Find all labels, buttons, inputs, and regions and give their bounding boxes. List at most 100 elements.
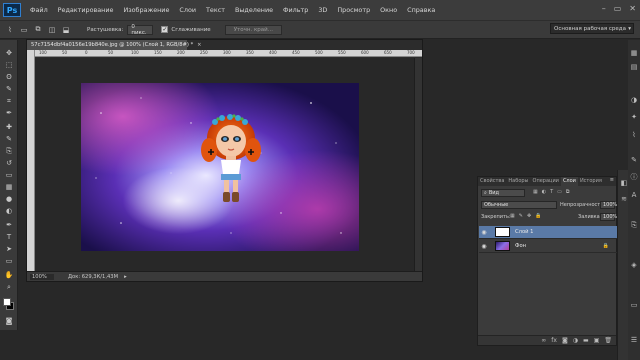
character-panel-icon[interactable]: A (629, 190, 639, 200)
folder-icon[interactable]: ▬ (583, 337, 589, 344)
mask-icon[interactable]: ◙ (562, 337, 568, 344)
menu-edit[interactable]: Редактирование (53, 6, 119, 14)
lock-icons: ▦ ✎ ✥ 🔒 (510, 213, 541, 219)
menu-filter[interactable]: Фильтр (278, 6, 313, 14)
clone-source-icon[interactable]: ⎘ (629, 220, 639, 230)
close-icon[interactable]: ✕ (629, 4, 636, 13)
tab-sets[interactable]: Наборы (506, 177, 530, 186)
eyedropper-icon[interactable]: ✒ (3, 108, 15, 118)
ruler-tick-label: 500 (315, 50, 323, 55)
lock-all-icon[interactable]: 🔒 (535, 213, 541, 219)
zoom-level[interactable]: 100% (30, 273, 54, 280)
tab-history[interactable]: История (578, 177, 604, 186)
adjustments-panel-icon[interactable]: ◑ (629, 95, 639, 105)
link-icon[interactable]: ∞ (541, 337, 546, 344)
workspace-select[interactable]: Основная рабочая среда ▾ (550, 23, 634, 34)
menu-layers[interactable]: Слои (174, 6, 201, 14)
smart-filter-icon[interactable]: ⧉ (566, 189, 570, 197)
type-filter-icon[interactable]: T (550, 189, 553, 197)
minimize-icon[interactable]: – (602, 4, 606, 13)
eye-icon[interactable]: ◉ (479, 229, 489, 236)
fx-icon[interactable]: fx (551, 337, 557, 344)
adjustment-filter-icon[interactable]: ◐ (542, 189, 546, 197)
subtract-selection-icon[interactable]: ◫ (45, 24, 59, 36)
lasso-icon[interactable]: ʘ (3, 72, 15, 82)
maximize-icon[interactable]: ▭ (614, 4, 622, 13)
adjustment-icon[interactable]: ◑ (573, 337, 578, 344)
menu-help[interactable]: Справка (402, 6, 440, 14)
vertical-scrollbar[interactable] (414, 58, 422, 271)
pen-icon[interactable]: ✒ (3, 220, 15, 230)
styles-panel-icon[interactable]: ✦ (629, 112, 639, 122)
status-menu-icon[interactable]: ▸ (124, 274, 127, 280)
tool-preset-icon[interactable]: ⌇ (3, 24, 17, 36)
crop-icon[interactable]: ⌗ (3, 96, 15, 106)
paths-panel-icon[interactable]: ⌇ (629, 130, 639, 140)
eraser-icon[interactable]: ▭ (3, 170, 15, 180)
path-select-icon[interactable]: ➤ (3, 244, 15, 254)
brush-icon[interactable]: ✎ (3, 134, 15, 144)
notes-panel-icon[interactable]: ☰ (629, 335, 639, 345)
fill-input[interactable]: 100% (600, 213, 617, 221)
stamp-icon[interactable]: ⎘ (3, 146, 15, 156)
menu-file[interactable]: Файл (25, 6, 53, 14)
timeline-panel-icon[interactable]: ▭ (629, 300, 639, 310)
canvas-area[interactable] (35, 58, 414, 271)
menu-view[interactable]: Просмотр (332, 6, 375, 14)
canvas-image[interactable] (35, 58, 414, 271)
quick-select-icon[interactable]: ✎ (3, 84, 15, 94)
dodge-icon[interactable]: ◐ (3, 206, 15, 216)
type-icon[interactable]: T (3, 232, 15, 242)
tab-properties[interactable]: Свойства (478, 177, 506, 186)
foreground-color-swatch[interactable] (3, 298, 11, 306)
tab-actions[interactable]: Операции (531, 177, 561, 186)
3d-panel-icon[interactable]: ◈ (629, 260, 639, 270)
layer-row-background[interactable]: ◉ Фон 🔒 (479, 240, 617, 253)
move-icon[interactable]: ✥ (3, 48, 15, 58)
blur-icon[interactable]: ● (3, 194, 15, 204)
layer-comps-icon[interactable]: ◧ (619, 178, 629, 188)
zoom-icon[interactable]: ⌕ (3, 282, 15, 292)
menu-type[interactable]: Текст (201, 6, 230, 14)
hand-icon[interactable]: ✋ (3, 270, 15, 280)
panel-menu-icon[interactable]: ≡ (610, 177, 614, 186)
menu-3d[interactable]: 3D (313, 6, 332, 14)
history-brush-icon[interactable]: ↺ (3, 158, 15, 168)
lock-pixels-icon[interactable]: ✎ (519, 213, 523, 219)
shape-icon[interactable]: ▭ (3, 256, 15, 266)
lock-transparency-icon[interactable]: ▦ (510, 213, 515, 219)
refine-edge-button[interactable]: Уточн. край... (224, 24, 282, 35)
antialias-checkbox[interactable]: ✓ Сглаживание (161, 26, 211, 33)
channels-panel-icon[interactable]: ≋ (619, 194, 629, 204)
trash-icon[interactable]: 🗑 (604, 337, 612, 344)
feather-input[interactable]: 0 пикс. (127, 24, 154, 36)
filter-kind-select[interactable]: ⌕ Вид (481, 189, 525, 197)
blend-mode-select[interactable]: Обычные (481, 201, 557, 209)
opacity-input[interactable]: 100% (600, 201, 617, 209)
gradient-icon[interactable]: ▦ (3, 182, 15, 192)
info-panel-icon[interactable]: ⓘ (629, 172, 639, 182)
color-panel-icon[interactable]: ▦ (629, 48, 639, 58)
menu-image[interactable]: Изображение (118, 6, 174, 14)
lock-position-icon[interactable]: ✥ (527, 213, 531, 219)
shape-filter-icon[interactable]: ▭ (557, 189, 562, 197)
tab-layers[interactable]: Слои (560, 177, 578, 186)
document-tab[interactable]: 57c7154dbf4a0156e19b840e.jpg @ 100% (Сло… (27, 40, 202, 50)
eye-icon[interactable]: ◉ (479, 243, 489, 250)
marquee-icon[interactable]: ⬚ (3, 60, 15, 70)
menu-select[interactable]: Выделение (230, 6, 278, 14)
swatches-panel-icon[interactable]: ▤ (629, 62, 639, 72)
layer-filter-icons: ▦ ◐ T ▭ ⧉ (533, 189, 603, 197)
feather-label: Растушевка: (87, 26, 124, 33)
new-layer-icon[interactable]: ▣ (594, 337, 600, 344)
layer-row-layer1[interactable]: ◉ Слой 1 (479, 226, 617, 239)
close-tab-icon[interactable]: × (197, 42, 201, 48)
healing-icon[interactable]: ✚ (3, 122, 15, 132)
brush-panel-icon[interactable]: ✎ (629, 155, 639, 165)
new-selection-icon[interactable]: ▭ (17, 24, 31, 36)
add-selection-icon[interactable]: ⧉ (31, 24, 45, 36)
intersect-selection-icon[interactable]: ⬓ (59, 24, 73, 36)
quick-mask-icon[interactable]: ◙ (3, 316, 15, 326)
menu-window[interactable]: Окно (375, 6, 402, 14)
pixel-filter-icon[interactable]: ▦ (533, 189, 538, 197)
